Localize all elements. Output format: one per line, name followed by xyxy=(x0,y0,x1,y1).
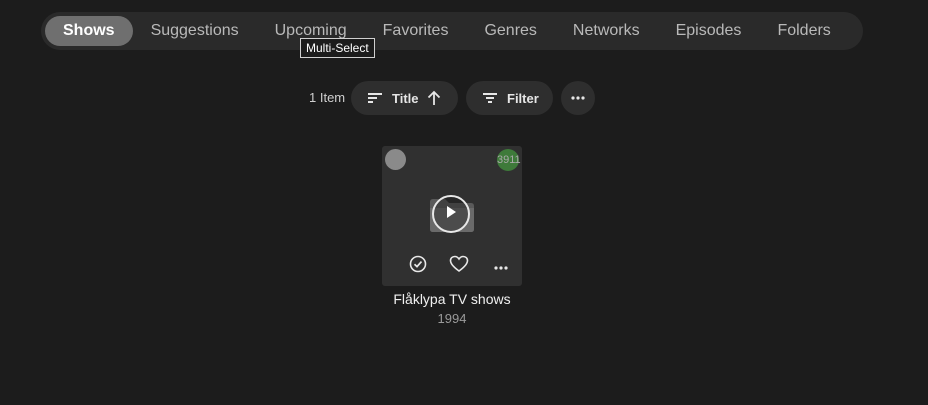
arrow-up-icon xyxy=(427,90,441,106)
library-toolbar: 1 Item Title Filter xyxy=(0,81,928,115)
more-options-button[interactable] xyxy=(561,81,595,115)
more-horizontal-icon xyxy=(494,257,508,275)
multi-select-checkbox[interactable] xyxy=(385,149,406,170)
card-title[interactable]: Flåklypa TV shows xyxy=(352,291,552,307)
sort-label: Title xyxy=(392,90,419,106)
show-card[interactable]: 3911 xyxy=(382,146,522,286)
filter-icon xyxy=(482,91,498,105)
filter-label: Filter xyxy=(507,90,539,106)
card-more-button[interactable] xyxy=(489,254,513,278)
favorite-button[interactable] xyxy=(447,254,471,278)
mark-played-button[interactable] xyxy=(406,254,430,278)
check-circle-icon xyxy=(409,255,427,278)
tab-episodes[interactable]: Episodes xyxy=(658,16,760,46)
play-button[interactable] xyxy=(432,195,470,233)
item-count: 1 Item xyxy=(309,90,346,105)
count-badge: 3911 xyxy=(497,149,521,171)
sort-button[interactable]: Title xyxy=(351,81,458,115)
tab-folders[interactable]: Folders xyxy=(759,16,848,46)
tab-shows[interactable]: Shows xyxy=(45,16,133,46)
tab-favorites[interactable]: Favorites xyxy=(365,16,467,46)
multi-select-tooltip: Multi-Select xyxy=(300,38,375,58)
tab-networks[interactable]: Networks xyxy=(555,16,658,46)
play-icon xyxy=(445,205,457,224)
library-tab-bar: Shows Suggestions Upcoming Favorites Gen… xyxy=(41,12,863,50)
heart-icon xyxy=(449,255,469,278)
card-actions xyxy=(382,254,522,278)
tab-genres[interactable]: Genres xyxy=(466,16,554,46)
sort-lines-icon xyxy=(367,91,383,105)
tab-suggestions[interactable]: Suggestions xyxy=(133,16,257,46)
more-horizontal-icon xyxy=(571,96,585,100)
filter-button[interactable]: Filter xyxy=(466,81,553,115)
card-year: 1994 xyxy=(437,311,467,326)
